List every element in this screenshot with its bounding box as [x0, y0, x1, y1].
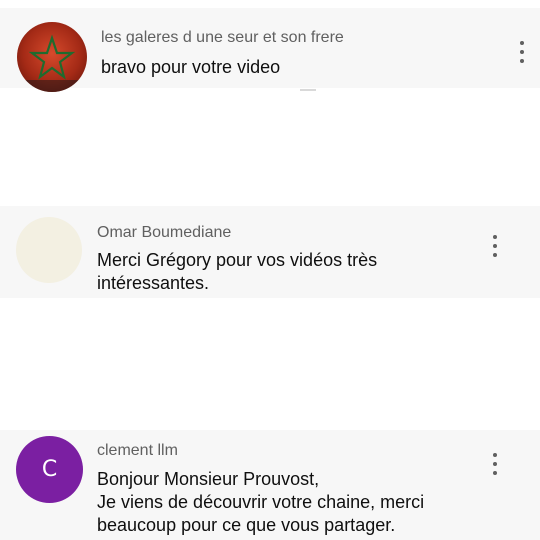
moroccan-flag-avatar-icon[interactable] [17, 22, 87, 92]
comment-text: Bonjour Monsieur Prouvost, Je viens de d… [97, 468, 424, 537]
more-vertical-icon[interactable] [485, 449, 505, 479]
comment-author[interactable]: clement llm [97, 442, 178, 460]
letter-avatar-icon[interactable]: C [16, 436, 83, 503]
comment-text-line: intéressantes. [97, 273, 210, 293]
comment-text-line: bravo pour votre video [101, 57, 281, 77]
comment-text-line: Je viens de découvrir votre chaine, merc… [97, 492, 425, 512]
comment-author[interactable]: Omar Boumediane [97, 224, 231, 242]
comment-item[interactable]: les galeres d une seur et son frere brav… [0, 8, 540, 92]
avatar-letter: C [41, 457, 58, 482]
blank-avatar-icon[interactable] [16, 217, 82, 283]
more-vertical-icon[interactable] [485, 231, 505, 261]
comment-text-line: Bonjour Monsieur Prouvost, [97, 469, 320, 489]
comment-author[interactable]: les galeres d une seur et son frere [101, 29, 344, 47]
drag-handle [300, 89, 316, 91]
comment-text-line: Merci Grégory pour vos vidéos très [97, 250, 378, 270]
comment-text-line: beaucoup pour ce que vous partager. [97, 515, 396, 535]
more-vertical-icon[interactable] [512, 37, 532, 67]
comment-item[interactable]: C clement llm Bonjour Monsieur Prouvost,… [0, 430, 540, 540]
comment-text: Merci Grégory pour vos vidéos très intér… [97, 249, 377, 295]
comment-text: bravo pour votre video [101, 56, 280, 79]
comment-item[interactable]: Omar Boumediane Merci Grégory pour vos v… [0, 206, 540, 298]
